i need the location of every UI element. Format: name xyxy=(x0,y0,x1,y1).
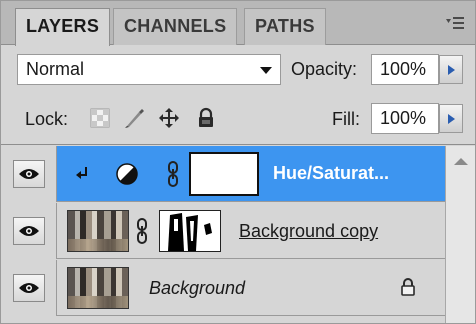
visibility-cell[interactable] xyxy=(1,203,57,259)
layer-row-background-copy[interactable]: Background copy xyxy=(1,203,445,259)
tab-layers[interactable]: LAYERS xyxy=(15,8,111,46)
chevron-down-icon xyxy=(260,67,272,74)
lock-image-icon[interactable] xyxy=(123,107,145,129)
scroll-up-arrow-icon[interactable] xyxy=(454,158,468,165)
lock-row: Lock: Fill: 100% xyxy=(1,93,475,145)
visibility-cell[interactable] xyxy=(1,146,57,202)
eye-icon[interactable] xyxy=(13,217,45,245)
layer-thumbnail[interactable] xyxy=(67,267,129,309)
layer-row-background[interactable]: Background xyxy=(1,260,445,316)
blend-mode-select[interactable]: Normal xyxy=(17,54,281,85)
layer-mask-thumbnail[interactable] xyxy=(159,210,221,252)
layers-list: Hue/Saturat... Background copy Backgroun… xyxy=(1,146,445,323)
tab-paths[interactable]: PATHS xyxy=(244,8,326,45)
lock-icon xyxy=(399,277,417,302)
opacity-label: Opacity: xyxy=(291,59,358,79)
layer-name[interactable]: Hue/Saturat... xyxy=(273,163,389,184)
layer-row-hue-saturation[interactable]: Hue/Saturat... xyxy=(1,146,445,202)
panel-tab-bar: LAYERS CHANNELS PATHS xyxy=(1,1,475,46)
tab-channels[interactable]: CHANNELS xyxy=(113,8,238,45)
blend-mode-value: Normal xyxy=(26,59,85,79)
lock-position-icon[interactable] xyxy=(158,107,180,129)
mask-link-icon[interactable] xyxy=(136,218,148,244)
mask-link-icon[interactable] xyxy=(167,161,179,187)
opacity-value: 100% xyxy=(380,59,427,79)
panel-menu-icon[interactable] xyxy=(445,15,465,33)
opacity-input[interactable]: 100% xyxy=(371,54,439,85)
layers-scrollbar[interactable] xyxy=(445,146,475,323)
layer-name[interactable]: Background xyxy=(149,278,245,299)
lock-transparent-icon[interactable] xyxy=(89,107,111,129)
hue-saturation-icon xyxy=(115,162,139,191)
layer-mask-thumbnail[interactable] xyxy=(189,152,259,196)
layer-name[interactable]: Background copy xyxy=(239,221,378,242)
visibility-cell[interactable] xyxy=(1,260,57,316)
lock-all-icon[interactable] xyxy=(195,107,217,129)
fill-value: 100% xyxy=(380,108,427,128)
lock-label: Lock: xyxy=(25,109,69,129)
fill-input[interactable]: 100% xyxy=(371,103,439,134)
eye-icon[interactable] xyxy=(13,160,45,188)
fill-slider-button[interactable] xyxy=(439,104,463,133)
eye-icon[interactable] xyxy=(13,274,45,302)
blend-row: Normal Opacity: 100% xyxy=(1,46,475,93)
opacity-slider-button[interactable] xyxy=(439,55,463,84)
clipping-arrow-icon xyxy=(75,166,89,187)
layers-panel: LAYERS CHANNELS PATHS Normal Opacity: 10… xyxy=(0,0,476,324)
fill-label: Fill: xyxy=(332,109,360,129)
layer-thumbnail[interactable] xyxy=(67,210,129,252)
